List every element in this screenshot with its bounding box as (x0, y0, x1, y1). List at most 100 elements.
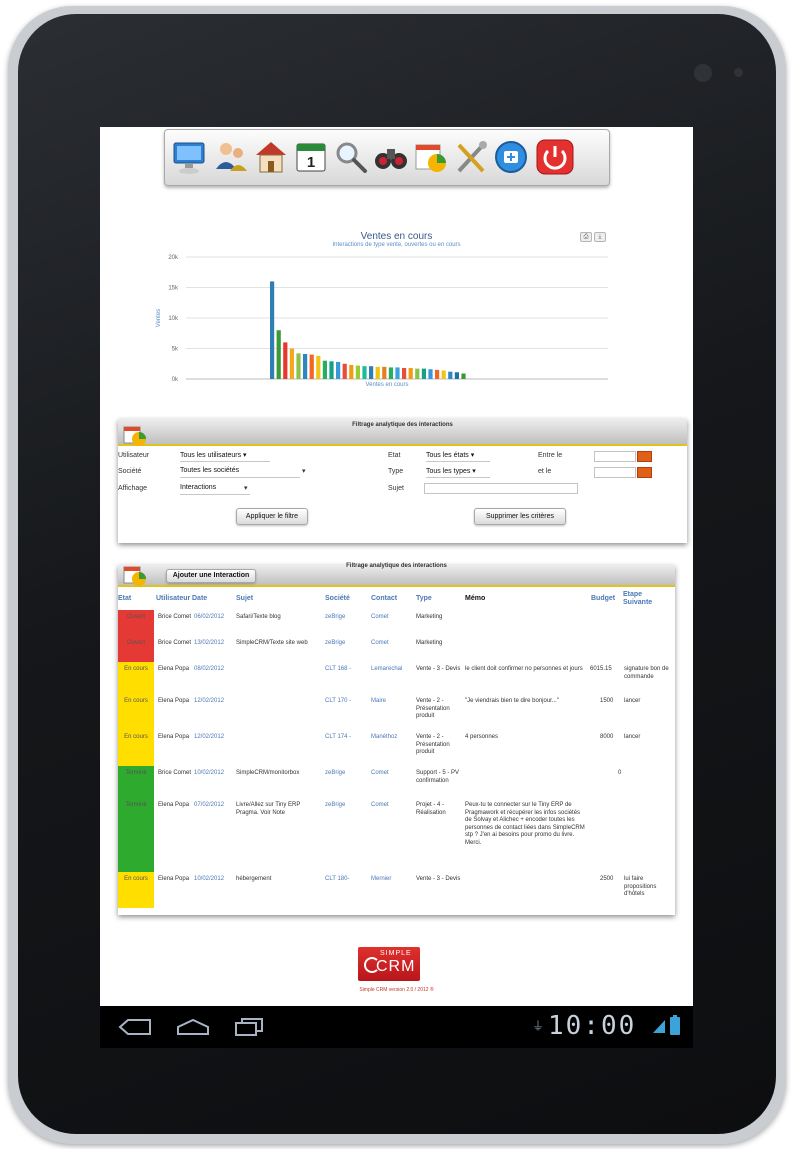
contact-cell[interactable]: Mernier (371, 876, 391, 884)
home-icon[interactable] (253, 137, 289, 177)
bar (296, 353, 301, 379)
col-utilisateur[interactable]: Utilisateur (156, 595, 190, 603)
date-cell[interactable]: 07/02/2012 (194, 802, 224, 810)
date-cell[interactable]: 06/02/2012 (194, 614, 224, 622)
memo-cell: 4 personnes (465, 734, 499, 740)
table-row[interactable]: Ouvert Brice Comet 06/02/2012 Safari/Tex… (118, 610, 675, 636)
col-contact[interactable]: Contact (371, 595, 397, 603)
table-row[interactable]: Terminé Elena Popa 07/02/2012 Livre/Alle… (118, 798, 675, 872)
users-icon[interactable] (213, 137, 249, 177)
tools-icon[interactable] (453, 137, 489, 177)
subject-cell: hébergement (236, 876, 272, 882)
table-row[interactable]: En cours Elena Popa 12/02/2012 CLT 174 -… (118, 730, 675, 766)
date-cell[interactable]: 13/02/2012 (194, 640, 224, 648)
company-cell[interactable]: CLT 180- (325, 876, 349, 884)
bar (375, 366, 380, 379)
societe-chevron-icon[interactable]: ▾ (302, 467, 306, 475)
col-sujet[interactable]: Sujet (236, 595, 253, 603)
calendar-end-icon[interactable] (637, 467, 652, 478)
calendar-start-icon[interactable] (637, 451, 652, 462)
table-row[interactable]: En cours Elena Popa 08/02/2012 CLT 168 -… (118, 662, 675, 694)
bar (289, 348, 294, 379)
home-nav-icon[interactable] (176, 1018, 210, 1036)
col-memo[interactable]: Mémo (465, 595, 485, 603)
contact-cell[interactable]: Comet (371, 770, 389, 778)
chart-export-icon[interactable]: ⤓ (594, 232, 606, 242)
company-cell[interactable]: zeBrige (325, 640, 345, 648)
date-cell[interactable]: 12/02/2012 (194, 698, 224, 706)
date-cell[interactable]: 08/02/2012 (194, 666, 224, 674)
type-select[interactable]: Tous les types ▾ (426, 467, 490, 478)
simplecrm-logo[interactable]: SIMPLE CRM (358, 947, 420, 981)
recent-apps-icon[interactable] (234, 1017, 264, 1037)
clear-criteria-button[interactable]: Supprimer les critères (474, 508, 566, 525)
bar (336, 361, 341, 379)
bar (329, 361, 334, 379)
col-etat[interactable]: Etat (118, 595, 131, 603)
bar (355, 365, 360, 379)
date-cell[interactable]: 12/02/2012 (194, 734, 224, 742)
entre-le-label: Entre le (538, 452, 563, 459)
col-societe[interactable]: Société (325, 595, 350, 603)
company-cell[interactable]: CLT 168 - (325, 666, 351, 674)
contact-cell[interactable]: Manéthoz (371, 734, 397, 742)
sujet-input[interactable] (424, 483, 578, 494)
date-start-input[interactable] (594, 451, 636, 462)
table-row[interactable]: Ouvert Brice Comet 13/02/2012 SimpleCRM/… (118, 636, 675, 662)
contact-cell[interactable]: Comet (371, 640, 389, 648)
add-interaction-button[interactable]: Ajouter une Interaction (166, 569, 256, 583)
computer-icon[interactable] (171, 137, 207, 177)
contact-cell[interactable]: Comet (371, 614, 389, 622)
societe-select[interactable]: Toutes les sociétés (180, 467, 300, 478)
bar (276, 330, 281, 379)
date-cell[interactable]: 10/02/2012 (194, 770, 224, 778)
col-budget[interactable]: Budget (591, 595, 615, 603)
date-end-input[interactable] (594, 467, 636, 478)
y-tick-label: 5k (172, 347, 179, 353)
calendar-icon[interactable]: 1 (293, 137, 329, 177)
col-etape[interactable]: Etape Suivante (623, 591, 663, 607)
search-icon[interactable] (333, 137, 369, 177)
company-cell[interactable]: zeBrige (325, 770, 345, 778)
col-type[interactable]: Type (416, 595, 432, 603)
table-row[interactable]: En cours Elena Popa 12/02/2012 CLT 170 -… (118, 694, 675, 730)
reports-icon[interactable] (413, 137, 449, 177)
bar (342, 363, 347, 379)
back-icon[interactable] (118, 1018, 152, 1036)
type-cell: Vente - 3 - Devis (416, 666, 461, 672)
logo-top-text: SIMPLE (380, 950, 412, 957)
chart-print-icon[interactable]: ⎙ (580, 232, 592, 242)
bar (309, 354, 314, 379)
company-cell[interactable]: zeBrige (325, 802, 345, 810)
state-cell: En cours (118, 872, 154, 908)
add-icon[interactable] (493, 137, 529, 177)
binoculars-icon[interactable] (373, 137, 409, 177)
company-cell[interactable]: zeBrige (325, 614, 345, 622)
y-tick-label: 20k (168, 255, 179, 261)
utilisateur-select[interactable]: Tous les utilisateurs ▾ (180, 451, 270, 462)
bar (362, 366, 367, 379)
user-cell: Elena Popa (158, 698, 190, 704)
power-icon[interactable] (535, 137, 575, 177)
col-date[interactable]: Date (192, 595, 207, 603)
contact-cell[interactable]: Comet (371, 802, 389, 810)
bar (428, 369, 433, 379)
apply-filter-button[interactable]: Appliquer le filtre (236, 508, 308, 525)
affichage-chevron-icon[interactable]: ▾ (244, 484, 248, 492)
y-axis-label: Ventes (156, 309, 162, 327)
bar (421, 368, 426, 379)
etat-select[interactable]: Tous les états ▾ (426, 451, 490, 462)
table-row[interactable]: Terminé Brice Comet 10/02/2012 SimpleCRM… (118, 766, 675, 798)
table-row[interactable]: En cours Elena Popa 10/02/2012 hébergeme… (118, 872, 675, 908)
date-cell[interactable]: 10/02/2012 (194, 876, 224, 884)
contact-cell[interactable]: Lemarechal (371, 666, 402, 674)
bar (322, 360, 327, 379)
affichage-select[interactable]: Interactions (180, 484, 250, 495)
contact-cell[interactable]: Maire (371, 698, 386, 706)
company-cell[interactable]: CLT 174 - (325, 734, 351, 742)
bar (415, 368, 420, 379)
bar (316, 355, 321, 379)
company-cell[interactable]: CLT 170 - (325, 698, 351, 706)
sales-chart: 20k 15k 10k 5k 0k Ventes Ventes en cours (156, 255, 608, 388)
filter-panel-title: Filtrage analytique des interactions (352, 422, 453, 428)
